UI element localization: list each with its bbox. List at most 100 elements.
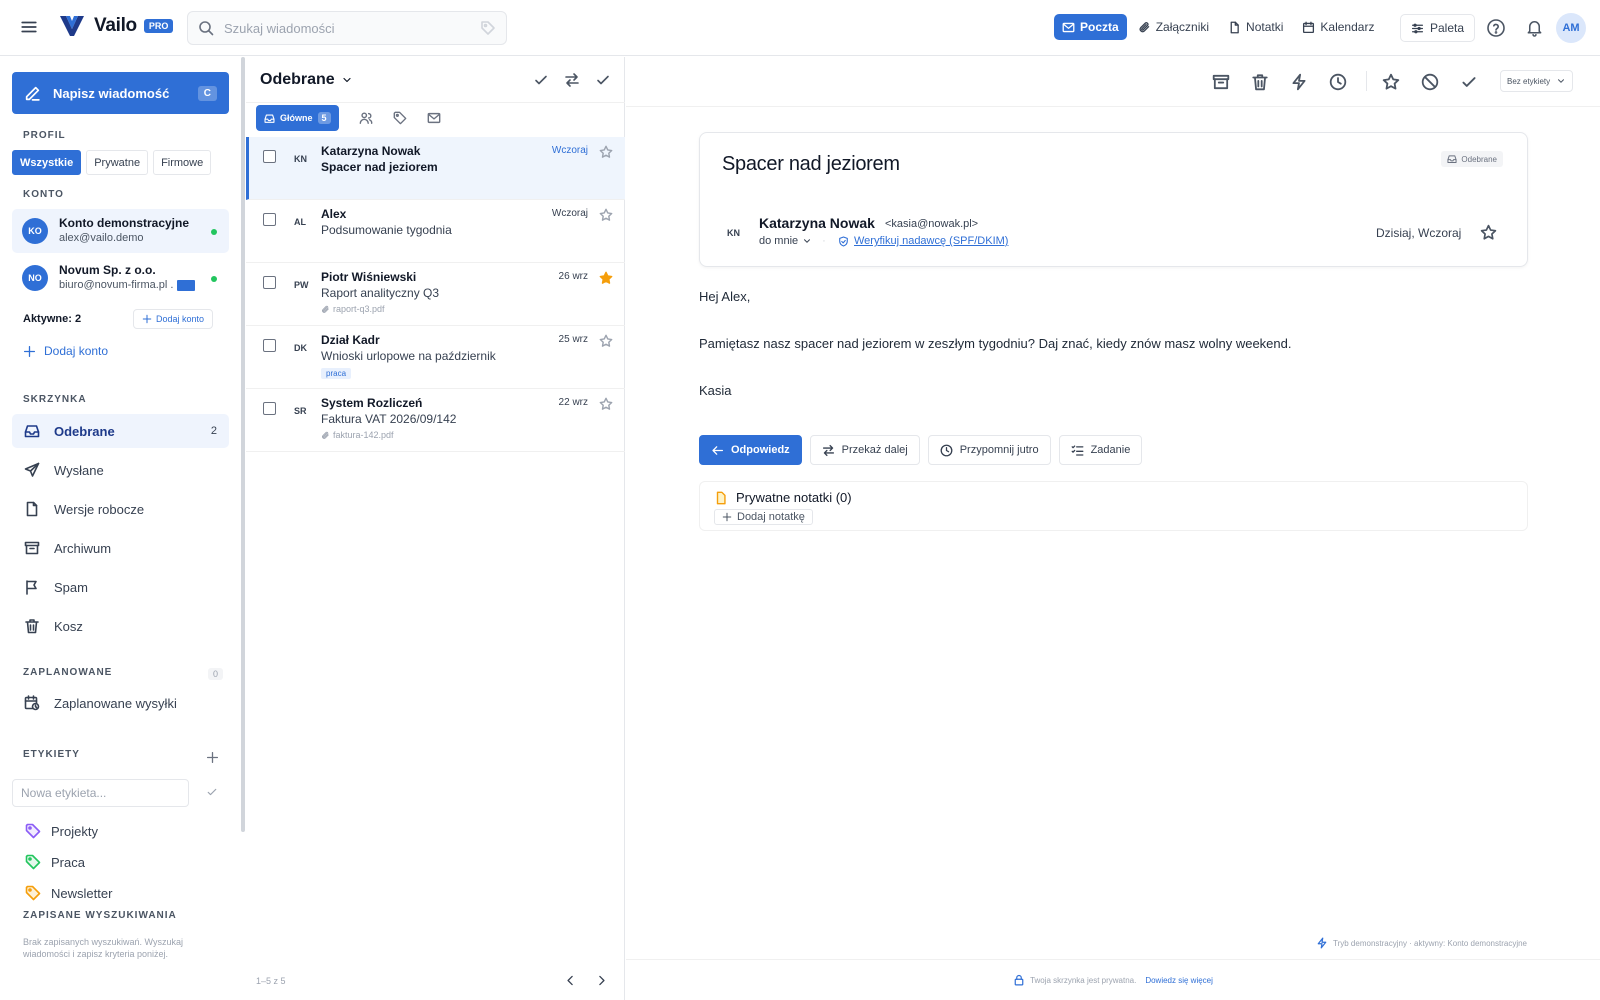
sender-initials: KN <box>294 154 307 164</box>
folder-archive[interactable]: Archiwum <box>12 531 229 565</box>
row-checkbox[interactable] <box>263 276 276 289</box>
tag-icon[interactable] <box>393 111 407 125</box>
recipients-toggle[interactable]: do mnie · <box>759 235 826 247</box>
message-row[interactable]: AL Alex Podsumowanie tygodnia Wczoraj <box>246 200 625 263</box>
message-row[interactable]: PW Piotr Wiśniewski Raport analityczny Q… <box>246 263 625 326</box>
hamburger-menu-icon[interactable] <box>20 18 38 36</box>
reply-button[interactable]: Odpowiedz <box>699 435 802 465</box>
row-checkbox[interactable] <box>263 213 276 226</box>
envelope-icon[interactable] <box>427 111 441 125</box>
account-demo[interactable]: KO Konto demonstracyjne alex@vailo.demo <box>12 209 229 253</box>
row-checkbox[interactable] <box>263 339 276 352</box>
forward-button[interactable]: Przekaż dalej <box>809 435 920 465</box>
forward-label: Przekaż dalej <box>841 444 908 456</box>
add-account-small-button[interactable]: Dodaj konto <box>133 309 214 329</box>
folder-trash[interactable]: Kosz <box>12 609 229 643</box>
star-icon[interactable] <box>1480 224 1497 241</box>
profile-tab-business[interactable]: Firmowe <box>153 150 212 175</box>
calendar-icon <box>1302 21 1315 34</box>
add-account-link[interactable]: Dodaj konto <box>23 344 108 358</box>
sidebar-scrollbar[interactable] <box>241 57 245 832</box>
scheduled-sends[interactable]: Zaplanowane wysyłki <box>12 686 229 720</box>
help-icon[interactable] <box>1486 18 1506 38</box>
block-icon[interactable] <box>1421 73 1439 91</box>
compose-button[interactable]: Napisz wiadomość C <box>12 72 229 114</box>
folder-dropdown[interactable]: Odebrane <box>260 71 353 89</box>
scheduled-section-title: ZAPLANOWANE <box>23 667 113 678</box>
message-date: 22 wrz <box>558 397 588 408</box>
paperclip-icon <box>321 305 330 314</box>
label-select[interactable]: Bez etykiety <box>1500 70 1574 92</box>
verify-sender-link[interactable]: Weryfikuj nadawcę (SPF/DKIM) <box>838 235 1008 247</box>
account-novum[interactable]: NO Novum Sp. z o.o. biuro@novum-firma.pl… <box>12 256 229 300</box>
swap-arrows-icon[interactable] <box>564 72 580 88</box>
check-icon[interactable] <box>1460 73 1478 91</box>
add-label-plus-icon[interactable] <box>206 751 219 764</box>
add-note-button[interactable]: Dodaj notatkę <box>714 509 813 525</box>
folder-spam[interactable]: Spam <box>12 570 229 604</box>
pagination <box>564 974 608 987</box>
row-checkbox[interactable] <box>263 402 276 415</box>
attachment-chip[interactable]: raport-q3.pdf <box>321 304 385 314</box>
folder-drafts[interactable]: Wersje robocze <box>12 492 229 526</box>
select-check-icon[interactable] <box>595 72 611 88</box>
message-date: Wczoraj <box>551 145 588 156</box>
nav-poczta[interactable]: Poczta <box>1054 14 1127 40</box>
tag-icon[interactable] <box>480 20 496 36</box>
label-select-value: Bez etykiety <box>1507 76 1551 86</box>
folder-label: Archiwum <box>54 540 112 556</box>
lightning-icon[interactable] <box>1290 73 1308 91</box>
profile-tab-all[interactable]: Wszystkie <box>12 150 82 175</box>
clock-icon[interactable] <box>1329 73 1347 91</box>
filter-tab-main[interactable]: Główne 5 <box>256 105 339 131</box>
learn-more-link[interactable]: Dowiedz się więcej <box>1145 976 1213 985</box>
row-checkbox[interactable] <box>263 150 276 163</box>
star-icon[interactable] <box>599 208 613 222</box>
folder-sent[interactable]: Wysłane <box>12 453 229 487</box>
user-avatar[interactable]: AM <box>1556 13 1586 43</box>
chevron-right-icon[interactable] <box>595 974 608 987</box>
tag-icon <box>25 823 41 839</box>
label-newsletter[interactable]: Newsletter <box>25 885 112 901</box>
star-icon[interactable] <box>599 145 613 159</box>
confirm-label-check-icon[interactable] <box>206 786 218 798</box>
profile-tab-private[interactable]: Prywatne <box>86 150 149 175</box>
nav-zalaczniki[interactable]: Załączniki <box>1130 14 1217 40</box>
mark-read-check-icon[interactable] <box>533 72 549 88</box>
message-row[interactable]: KN Katarzyna Nowak Spacer nad jeziorem W… <box>246 137 625 200</box>
nav-kalendarz[interactable]: Kalendarz <box>1294 14 1382 40</box>
remind-tomorrow-button[interactable]: Przypomnij jutro <box>927 435 1051 465</box>
app-logo[interactable]: Vailo PRO <box>58 13 174 39</box>
people-icon[interactable] <box>359 111 373 125</box>
label-praca[interactable]: Praca <box>25 854 85 870</box>
star-filled-icon[interactable] <box>599 271 613 285</box>
message-row[interactable]: SR System Rozliczeń Faktura VAT 2026/09/… <box>246 389 625 452</box>
archive-icon[interactable] <box>1212 73 1230 91</box>
nav-notatki[interactable]: Notatki <box>1220 14 1291 40</box>
calendar-clock-icon <box>24 695 40 711</box>
label-projekty[interactable]: Projekty <box>25 823 98 839</box>
search-input[interactable] <box>224 20 480 36</box>
search-box[interactable] <box>187 11 507 45</box>
bell-icon[interactable] <box>1525 18 1544 37</box>
message-toolbar: Bez etykiety <box>626 57 1600 107</box>
sidebar: Napisz wiadomość C PROFIL Wszystkie Pryw… <box>0 57 240 1000</box>
new-label-input[interactable] <box>12 779 189 807</box>
chevron-down-icon <box>1556 76 1566 86</box>
note-icon <box>1228 21 1241 34</box>
message-row[interactable]: DK Dział Kadr Wnioski urlopowe na paździ… <box>246 326 625 389</box>
star-icon[interactable] <box>1382 73 1400 91</box>
folder-inbox[interactable]: Odebrane 2 <box>12 414 229 448</box>
attachment-chip[interactable]: faktura-142.pdf <box>321 430 394 440</box>
task-button[interactable]: Zadanie <box>1058 435 1143 465</box>
privacy-footer: Twoja skrzynka jest prywatna. Dowiedz si… <box>626 959 1600 1000</box>
chevron-left-icon[interactable] <box>564 974 577 987</box>
shield-icon <box>838 235 849 247</box>
star-icon[interactable] <box>599 397 613 411</box>
palette-label: Paleta <box>1430 21 1465 35</box>
trash-icon[interactable] <box>1251 73 1269 91</box>
saved-searches-empty: Brak zapisanych wyszukiwań. Wyszukaj wia… <box>23 937 183 959</box>
sender-name: Katarzyna Nowak <box>321 144 421 158</box>
star-icon[interactable] <box>599 334 613 348</box>
palette-button[interactable]: Paleta <box>1400 14 1476 42</box>
